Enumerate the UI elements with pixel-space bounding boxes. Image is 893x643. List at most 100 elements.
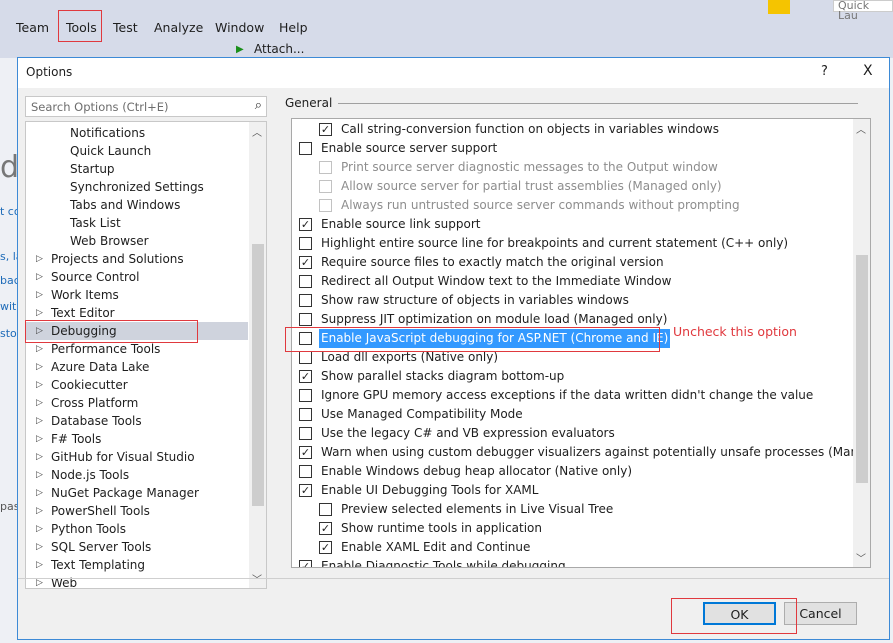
options-scrollbar[interactable]: ︿ ﹀ xyxy=(853,119,870,567)
tree-item[interactable]: Notifications xyxy=(26,124,248,142)
tree-item[interactable]: ▷ SQL Server Tools xyxy=(26,538,248,556)
search-icon[interactable]: ⌕ xyxy=(255,98,262,113)
menu-analyze[interactable]: Analyze xyxy=(154,20,203,35)
tree-item[interactable]: ▷ NuGet Package Manager xyxy=(26,484,248,502)
option-label[interactable]: Enable XAML Edit and Continue xyxy=(339,538,532,557)
option-label[interactable]: Preview selected elements in Live Visual… xyxy=(339,500,615,519)
tree-item[interactable]: ▷ Cookiecutter xyxy=(26,376,248,394)
option-checkbox[interactable] xyxy=(299,351,312,364)
option-label[interactable]: Enable source link support xyxy=(319,215,482,234)
option-label[interactable]: Always run untrusted source server comma… xyxy=(339,196,742,215)
option-checkbox[interactable] xyxy=(299,427,312,440)
option-checkbox[interactable] xyxy=(299,408,312,421)
tree-item[interactable]: ▷ Cross Platform xyxy=(26,394,248,412)
option-label[interactable]: Enable Diagnostic Tools while debugging xyxy=(319,557,568,567)
tree-item[interactable]: ▷ Azure Data Lake xyxy=(26,358,248,376)
tree-item[interactable]: Task List xyxy=(26,214,248,232)
menu-test[interactable]: Test xyxy=(113,20,138,35)
option-label[interactable]: Require source files to exactly match th… xyxy=(319,253,666,272)
expand-arrow-icon[interactable]: ▷ xyxy=(36,268,43,286)
option-checkbox[interactable]: ✓ xyxy=(299,218,312,231)
tree-item[interactable]: ▷ Work Items xyxy=(26,286,248,304)
option-label[interactable]: Print source server diagnostic messages … xyxy=(339,158,720,177)
option-label[interactable]: Ignore GPU memory access exceptions if t… xyxy=(319,386,815,405)
menu-help[interactable]: Help xyxy=(279,20,308,35)
options-scroll-thumb[interactable] xyxy=(856,255,868,483)
scroll-up-icon[interactable]: ︿ xyxy=(252,124,262,139)
start-icon[interactable]: ▶ xyxy=(236,44,244,55)
quick-launch-input[interactable]: Quick Lau xyxy=(833,0,893,21)
option-checkbox[interactable]: ✓ xyxy=(319,522,332,535)
tree-item[interactable]: ▷ PowerShell Tools xyxy=(26,502,248,520)
expand-arrow-icon[interactable]: ▷ xyxy=(36,430,43,448)
option-checkbox[interactable] xyxy=(299,313,312,326)
feedback-icon[interactable] xyxy=(768,0,790,14)
option-checkbox[interactable]: ✓ xyxy=(299,446,312,459)
help-button[interactable]: ? xyxy=(821,64,828,79)
option-checkbox[interactable]: ✓ xyxy=(299,484,312,497)
tree-item[interactable]: ▷ Web xyxy=(26,574,248,588)
option-label[interactable]: Redirect all Output Window text to the I… xyxy=(319,272,673,291)
tree-item[interactable]: ▷ Text Templating xyxy=(26,556,248,574)
option-checkbox[interactable] xyxy=(299,389,312,402)
scroll-up-icon[interactable]: ︿ xyxy=(856,121,866,136)
tree-item[interactable]: Startup xyxy=(26,160,248,178)
tree-item[interactable]: Synchronized Settings xyxy=(26,178,248,196)
option-checkbox[interactable]: ✓ xyxy=(299,256,312,269)
option-checkbox[interactable] xyxy=(299,142,312,155)
search-options-input[interactable]: Search Options (Ctrl+E) ⌕ xyxy=(25,96,267,117)
option-checkbox[interactable]: ✓ xyxy=(319,541,332,554)
tree-item[interactable]: ▷ Node.js Tools xyxy=(26,466,248,484)
option-label[interactable]: Warn when using custom debugger visualiz… xyxy=(319,443,870,462)
tree-item[interactable]: ▷ Python Tools xyxy=(26,520,248,538)
expand-arrow-icon[interactable]: ▷ xyxy=(36,250,43,268)
expand-arrow-icon[interactable]: ▷ xyxy=(36,520,43,538)
expand-arrow-icon[interactable]: ▷ xyxy=(36,376,43,394)
option-checkbox[interactable] xyxy=(319,503,332,516)
option-checkbox[interactable] xyxy=(299,465,312,478)
option-label[interactable]: Allow source server for partial trust as… xyxy=(339,177,724,196)
option-label[interactable]: Enable Windows debug heap allocator (Nat… xyxy=(319,462,634,481)
expand-arrow-icon[interactable]: ▷ xyxy=(36,448,43,466)
option-label[interactable]: Enable source server support xyxy=(319,139,499,158)
option-label[interactable]: Show runtime tools in application xyxy=(339,519,544,538)
expand-arrow-icon[interactable]: ▷ xyxy=(36,574,43,588)
expand-arrow-icon[interactable]: ▷ xyxy=(36,484,43,502)
expand-arrow-icon[interactable]: ▷ xyxy=(36,466,43,484)
close-button[interactable]: X xyxy=(863,63,873,79)
tree-item[interactable]: ▷ Projects and Solutions xyxy=(26,250,248,268)
option-label[interactable]: Show parallel stacks diagram bottom-up xyxy=(319,367,566,386)
expand-arrow-icon[interactable]: ▷ xyxy=(36,502,43,520)
option-checkbox[interactable]: ✓ xyxy=(299,370,312,383)
expand-arrow-icon[interactable]: ▷ xyxy=(36,286,43,304)
tree-item[interactable]: Web Browser xyxy=(26,232,248,250)
option-label[interactable]: Show raw structure of objects in variabl… xyxy=(319,291,631,310)
tree-item[interactable]: ▷ F# Tools xyxy=(26,430,248,448)
option-label[interactable]: Use the legacy C# and VB expression eval… xyxy=(319,424,617,443)
option-checkbox[interactable]: ✓ xyxy=(299,560,312,567)
menu-team[interactable]: Team xyxy=(16,20,49,35)
tree-item[interactable]: ▷ GitHub for Visual Studio xyxy=(26,448,248,466)
option-label[interactable]: Use Managed Compatibility Mode xyxy=(319,405,525,424)
option-checkbox[interactable] xyxy=(299,294,312,307)
expand-arrow-icon[interactable]: ▷ xyxy=(36,538,43,556)
tree-scrollbar[interactable]: ︿ ﹀ xyxy=(249,122,266,588)
expand-arrow-icon[interactable]: ▷ xyxy=(36,394,43,412)
tree-item[interactable]: Tabs and Windows xyxy=(26,196,248,214)
expand-arrow-icon[interactable]: ▷ xyxy=(36,556,43,574)
option-label[interactable]: Highlight entire source line for breakpo… xyxy=(319,234,790,253)
option-label[interactable]: Enable UI Debugging Tools for XAML xyxy=(319,481,540,500)
attach-button[interactable]: Attach... xyxy=(254,42,304,56)
tree-item[interactable]: ▷ Database Tools xyxy=(26,412,248,430)
tree-scroll-thumb[interactable] xyxy=(252,244,264,506)
option-checkbox[interactable] xyxy=(299,237,312,250)
scroll-down-icon[interactable]: ﹀ xyxy=(856,550,866,565)
expand-arrow-icon[interactable]: ▷ xyxy=(36,412,43,430)
option-checkbox[interactable]: ✓ xyxy=(319,123,332,136)
option-checkbox[interactable] xyxy=(299,275,312,288)
menu-window[interactable]: Window xyxy=(215,20,264,35)
option-label[interactable]: Call string-conversion function on objec… xyxy=(339,120,721,139)
expand-arrow-icon[interactable]: ▷ xyxy=(36,358,43,376)
tree-item[interactable]: ▷ Source Control xyxy=(26,268,248,286)
tree-item[interactable]: Quick Launch xyxy=(26,142,248,160)
